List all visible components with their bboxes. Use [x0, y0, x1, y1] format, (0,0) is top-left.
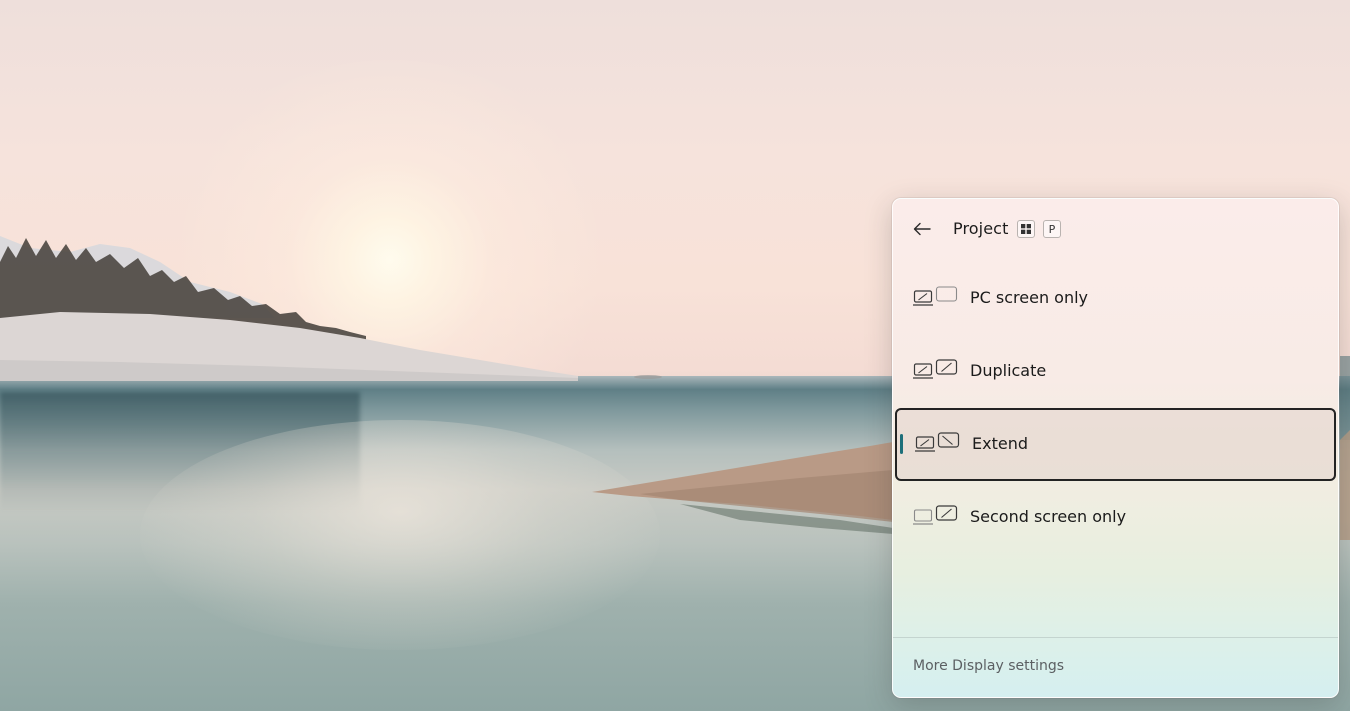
option-label: Duplicate	[970, 361, 1047, 380]
shortcut-p-key: P	[1043, 220, 1061, 238]
pc-screen-only-icon	[913, 286, 958, 306]
second-screen-only-icon	[913, 505, 958, 525]
option-duplicate[interactable]: Duplicate	[893, 335, 1338, 408]
option-label: PC screen only	[970, 288, 1089, 307]
selection-indicator	[900, 434, 903, 454]
flyout-header: Project P	[893, 199, 1338, 259]
flyout-footer: More Display settings	[893, 637, 1338, 697]
back-button[interactable]	[907, 215, 937, 243]
option-second-screen-only[interactable]: Second screen only	[893, 481, 1338, 554]
arrow-left-icon	[913, 222, 931, 236]
option-extend[interactable]: Extend	[895, 408, 1336, 481]
flyout-title: Project	[953, 219, 1009, 238]
option-label: Extend	[972, 434, 1028, 453]
more-display-settings-link[interactable]: More Display settings	[913, 658, 1064, 674]
win-key-icon	[1021, 224, 1031, 234]
project-options-list: PC screen only Duplicate Extend Second s…	[893, 262, 1338, 554]
option-pc-screen-only[interactable]: PC screen only	[893, 262, 1338, 335]
shortcut-win-key	[1017, 220, 1035, 238]
project-flyout: Project P PC screen only Duplicate Exten…	[892, 198, 1339, 698]
duplicate-icon	[913, 359, 958, 379]
extend-icon	[915, 432, 960, 452]
option-label: Second screen only	[970, 507, 1127, 526]
